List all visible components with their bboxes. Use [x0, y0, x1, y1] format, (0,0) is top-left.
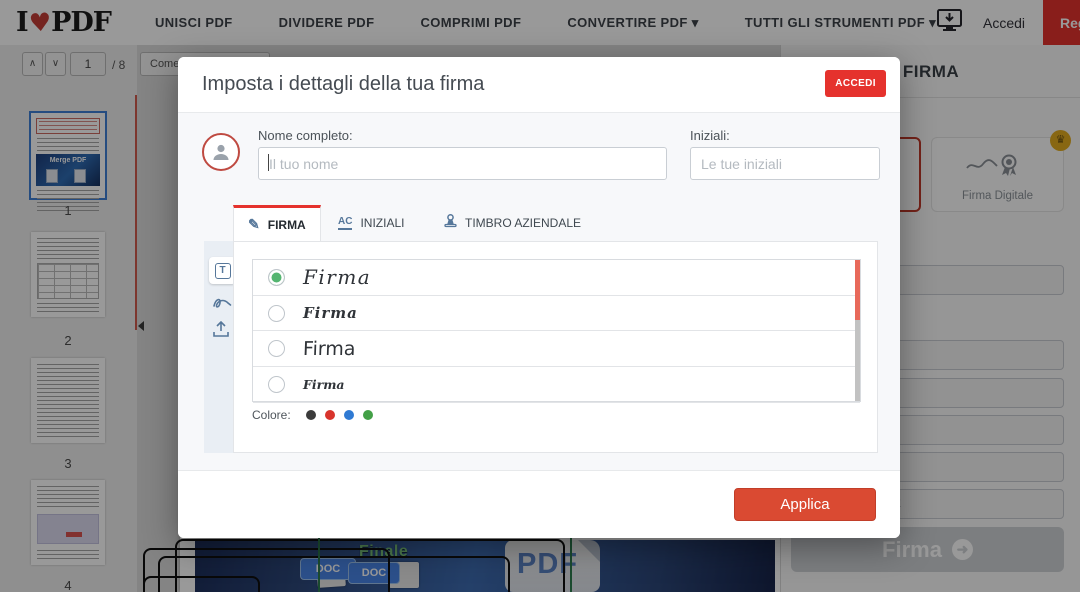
color-dot-green[interactable] — [363, 410, 373, 420]
tab-iniziali-label: INIZIALI — [360, 216, 404, 230]
signature-option-3[interactable]: Firma — [253, 331, 860, 367]
signature-details-modal: Imposta i dettagli della tua firma ACCED… — [178, 57, 900, 538]
color-picker-row: Colore: — [252, 408, 373, 422]
signature-tab-panel: Firma Firma Firma Firma — [233, 241, 878, 453]
name-input[interactable] — [258, 147, 667, 180]
tab-firma-label: FIRMA — [268, 218, 306, 232]
signature-sample-2: Firma — [303, 304, 358, 322]
signature-option-1[interactable]: Firma — [253, 260, 860, 296]
modal-title: Imposta i dettagli della tua firma — [202, 73, 484, 96]
accedi-button[interactable]: ACCEDI — [825, 70, 886, 97]
signature-sample-3: Firma — [303, 338, 356, 360]
tab-firma[interactable]: ✎ FIRMA — [233, 205, 321, 241]
initials-label: Iniziali: — [690, 128, 730, 143]
scrollbar-thumb[interactable] — [855, 260, 860, 320]
color-dot-blue[interactable] — [344, 410, 354, 420]
modal-footer: Applica — [178, 470, 900, 538]
upload-signature-tool[interactable] — [212, 321, 230, 343]
name-label: Nome completo: — [258, 128, 353, 143]
list-scrollbar[interactable] — [855, 260, 860, 401]
color-dot-black[interactable] — [306, 410, 316, 420]
signature-option-2[interactable]: Firma — [253, 296, 860, 332]
signature-option-4[interactable]: Firma — [253, 367, 860, 403]
applica-button[interactable]: Applica — [734, 488, 876, 521]
avatar-icon — [202, 133, 240, 171]
signature-sample-4: Firma — [303, 377, 345, 392]
radio-unselected[interactable] — [268, 305, 285, 322]
modal-body: Nome completo: Iniziali: ✎ FIRMA AC INIZ… — [178, 113, 900, 470]
stamp-icon — [444, 214, 457, 232]
tab-timbro-label: TIMBRO AZIENDALE — [465, 216, 581, 230]
signature-sample-1: Firma — [303, 265, 371, 289]
signature-style-list: Firma Firma Firma Firma — [252, 259, 861, 402]
text-tool-icon: T — [215, 263, 231, 279]
radio-unselected[interactable] — [268, 376, 285, 393]
color-dot-red[interactable] — [325, 410, 335, 420]
radio-unselected[interactable] — [268, 340, 285, 357]
page: I♥PDF UNISCI PDF DIVIDERE PDF COMPRIMI P… — [0, 0, 1080, 592]
tab-iniziali[interactable]: AC INIZIALI — [324, 205, 418, 241]
draw-signature-tool[interactable] — [212, 295, 232, 315]
color-label: Colore: — [252, 408, 291, 422]
initials-input[interactable] — [690, 147, 880, 180]
tab-timbro-aziendale[interactable]: TIMBRO AZIENDALE — [430, 205, 595, 241]
pen-icon: ✎ — [248, 216, 260, 233]
modal-header: Imposta i dettagli della tua firma ACCED… — [178, 57, 900, 113]
text-caret — [268, 154, 269, 171]
radio-selected[interactable] — [268, 269, 285, 286]
ac-initials-icon: AC — [338, 216, 352, 230]
text-signature-tool[interactable]: T — [209, 257, 236, 284]
